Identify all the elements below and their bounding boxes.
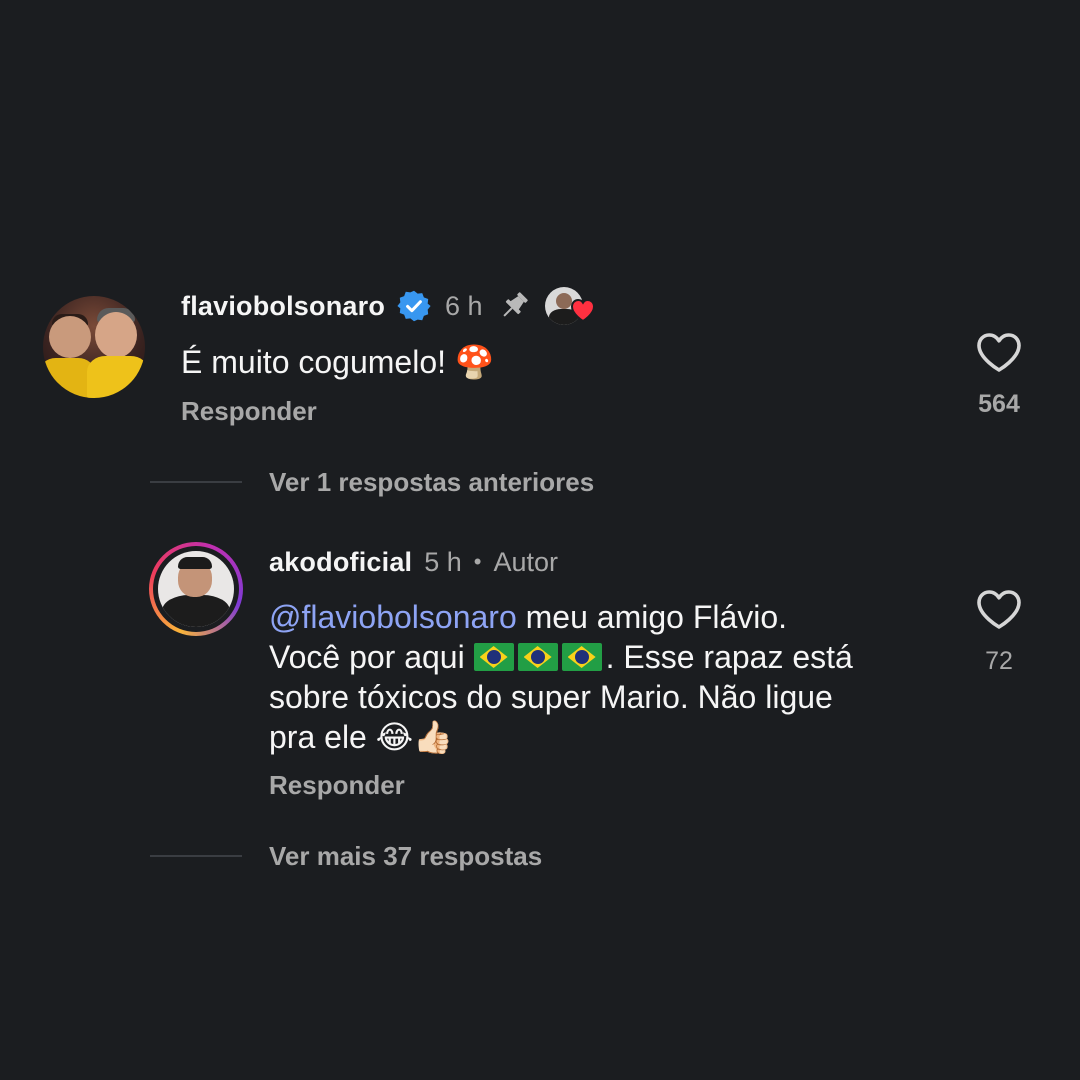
- author-tag: Autor: [493, 546, 559, 577]
- author-liked-indicator: [544, 287, 601, 325]
- brazil-flag-icon: [517, 643, 558, 671]
- like-count: 72: [985, 647, 1013, 675]
- reply-button[interactable]: Responder: [181, 396, 317, 427]
- comment-line: sobre tóxicos do super Mario. Não ligue: [269, 679, 833, 715]
- avatar-flaviobolsonaro[interactable]: [43, 296, 145, 398]
- like-heart-icon[interactable]: [976, 589, 1022, 631]
- comment-line: @flaviobolsonaro meu amigo Flávio.: [269, 597, 949, 637]
- thread-divider: [150, 481, 242, 483]
- mention-link[interactable]: @flaviobolsonaro: [269, 599, 517, 635]
- heart-badge-icon: [569, 297, 597, 323]
- avatar-akodoficial[interactable]: [149, 542, 243, 636]
- comment-line: Você por aqui . Esse rapaz está: [269, 637, 949, 677]
- username[interactable]: akodoficial: [269, 547, 412, 578]
- verified-badge-icon: [397, 289, 431, 323]
- pin-icon: [497, 289, 531, 323]
- comment-text: É muito cogumelo! 🍄: [181, 344, 495, 380]
- brazil-flag-icon: [561, 643, 602, 671]
- avatar-image: [158, 551, 234, 627]
- avatar-detail: [87, 356, 145, 398]
- brazil-flag-icon: [473, 643, 514, 671]
- view-previous-replies-button[interactable]: Ver 1 respostas anteriores: [269, 467, 594, 498]
- username[interactable]: flaviobolsonaro: [181, 291, 385, 322]
- reply-button[interactable]: Responder: [269, 770, 405, 801]
- comment-text: @flaviobolsonaro meu amigo Flávio. Você …: [269, 597, 949, 757]
- like-heart-icon[interactable]: [976, 332, 1022, 374]
- separator-dot: •: [473, 549, 482, 574]
- comment-line: pra ele 😂👍🏻: [269, 719, 453, 755]
- text-span: meu amigo Flávio.: [516, 599, 788, 635]
- comment-header: akodoficial 5 h • Autor: [269, 543, 558, 581]
- comment-time: 6 h: [445, 290, 483, 321]
- avatar-detail: [49, 316, 91, 358]
- avatar-detail: [95, 312, 137, 358]
- comment-header: flaviobolsonaro 6 h: [181, 287, 601, 325]
- like-count: 564: [978, 390, 1020, 418]
- text-span: Você por aqui: [269, 639, 474, 675]
- thread-divider: [150, 855, 242, 857]
- comment-time: 5 h: [424, 546, 462, 577]
- text-span: . Esse rapaz está: [605, 639, 853, 675]
- view-more-replies-button[interactable]: Ver mais 37 respostas: [269, 841, 542, 872]
